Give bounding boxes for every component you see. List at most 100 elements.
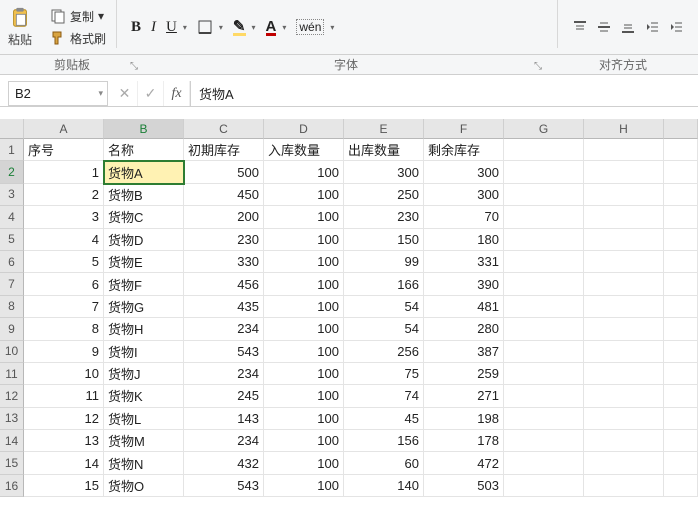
cell[interactable]: 13 [24, 430, 104, 452]
cell[interactable]: 100 [264, 184, 344, 206]
cell[interactable]: 54 [344, 318, 424, 340]
cell[interactable]: 100 [264, 318, 344, 340]
cell[interactable] [664, 273, 698, 295]
cell[interactable] [584, 273, 664, 295]
cell[interactable]: 14 [24, 452, 104, 474]
cell[interactable]: 9 [24, 341, 104, 363]
cell[interactable]: 100 [264, 475, 344, 497]
chevron-down-icon[interactable]: ▾ [330, 23, 334, 32]
cell[interactable]: 180 [424, 229, 504, 251]
increase-indent-icon[interactable] [668, 19, 684, 35]
cell[interactable]: 货物G [104, 296, 184, 318]
row-header[interactable]: 7 [0, 273, 24, 295]
paste-button[interactable]: 粘贴 [0, 0, 40, 54]
cell[interactable]: 货物A [104, 161, 184, 183]
cell[interactable]: 435 [184, 296, 264, 318]
cell[interactable]: 500 [184, 161, 264, 183]
cell[interactable]: 货物J [104, 363, 184, 385]
border-button[interactable] [197, 19, 213, 35]
cell[interactable]: 100 [264, 452, 344, 474]
cell[interactable]: 75 [344, 363, 424, 385]
select-all-corner[interactable] [0, 119, 24, 139]
cell[interactable]: 100 [264, 341, 344, 363]
cell[interactable] [664, 452, 698, 474]
row-header[interactable]: 3 [0, 184, 24, 206]
cell[interactable] [584, 296, 664, 318]
chevron-down-icon[interactable]: ▾ [252, 23, 256, 32]
cell[interactable]: 271 [424, 385, 504, 407]
row-header[interactable]: 6 [0, 251, 24, 273]
cell[interactable]: 100 [264, 229, 344, 251]
align-top-icon[interactable] [572, 19, 588, 35]
cell[interactable]: 150 [344, 229, 424, 251]
cell[interactable]: 4 [24, 229, 104, 251]
cell[interactable] [504, 161, 584, 183]
cell[interactable]: 100 [264, 363, 344, 385]
column-header[interactable]: D [264, 119, 344, 139]
cell[interactable] [584, 161, 664, 183]
cell[interactable]: 100 [264, 161, 344, 183]
cell[interactable]: 1 [24, 161, 104, 183]
chevron-down-icon[interactable]: ▾ [183, 23, 187, 32]
cell[interactable]: 166 [344, 273, 424, 295]
cell[interactable] [584, 184, 664, 206]
cell[interactable] [664, 296, 698, 318]
cell[interactable] [584, 452, 664, 474]
cell[interactable]: 3 [24, 206, 104, 228]
cell[interactable] [504, 408, 584, 430]
cell[interactable]: 货物L [104, 408, 184, 430]
row-header[interactable]: 16 [0, 475, 24, 497]
cell[interactable]: 货物K [104, 385, 184, 407]
cell[interactable]: 503 [424, 475, 504, 497]
formula-cancel-button[interactable]: ✕ [112, 81, 138, 106]
cell[interactable]: 货物B [104, 184, 184, 206]
cell[interactable]: 6 [24, 273, 104, 295]
cell[interactable] [664, 430, 698, 452]
cell[interactable]: 货物D [104, 229, 184, 251]
align-bottom-icon[interactable] [620, 19, 636, 35]
cell[interactable]: 432 [184, 452, 264, 474]
cell[interactable]: 234 [184, 318, 264, 340]
row-header[interactable]: 4 [0, 206, 24, 228]
cell[interactable]: 10 [24, 363, 104, 385]
cell[interactable]: 472 [424, 452, 504, 474]
column-header[interactable]: B [104, 119, 184, 139]
cell[interactable] [504, 139, 584, 161]
cell[interactable]: 245 [184, 385, 264, 407]
fx-button[interactable]: fx [164, 81, 190, 106]
cell[interactable] [584, 475, 664, 497]
cell[interactable]: 54 [344, 296, 424, 318]
cell[interactable]: 74 [344, 385, 424, 407]
align-middle-icon[interactable] [596, 19, 612, 35]
cell[interactable] [664, 161, 698, 183]
cell[interactable]: 15 [24, 475, 104, 497]
cell[interactable] [664, 408, 698, 430]
cell[interactable]: 543 [184, 341, 264, 363]
cell[interactable]: 100 [264, 385, 344, 407]
cell[interactable]: 名称 [104, 139, 184, 161]
cell[interactable]: 456 [184, 273, 264, 295]
cell[interactable] [584, 363, 664, 385]
cell[interactable]: 货物M [104, 430, 184, 452]
cell[interactable] [664, 318, 698, 340]
formula-input[interactable]: 货物A [190, 81, 698, 106]
cell[interactable] [584, 430, 664, 452]
row-header[interactable]: 13 [0, 408, 24, 430]
cell[interactable] [664, 139, 698, 161]
cell[interactable] [504, 206, 584, 228]
cell[interactable] [584, 206, 664, 228]
cell[interactable]: 100 [264, 296, 344, 318]
cell[interactable]: 60 [344, 452, 424, 474]
cell[interactable]: 货物E [104, 251, 184, 273]
column-header[interactable]: A [24, 119, 104, 139]
chevron-down-icon[interactable]: ▾ [282, 23, 286, 32]
fill-color-button[interactable]: ✎ [233, 19, 246, 36]
cell[interactable]: 12 [24, 408, 104, 430]
cell[interactable] [504, 341, 584, 363]
cell[interactable]: 99 [344, 251, 424, 273]
cell[interactable]: 出库数量 [344, 139, 424, 161]
cell[interactable]: 543 [184, 475, 264, 497]
cell[interactable]: 331 [424, 251, 504, 273]
cell[interactable]: 序号 [24, 139, 104, 161]
cell[interactable] [664, 206, 698, 228]
